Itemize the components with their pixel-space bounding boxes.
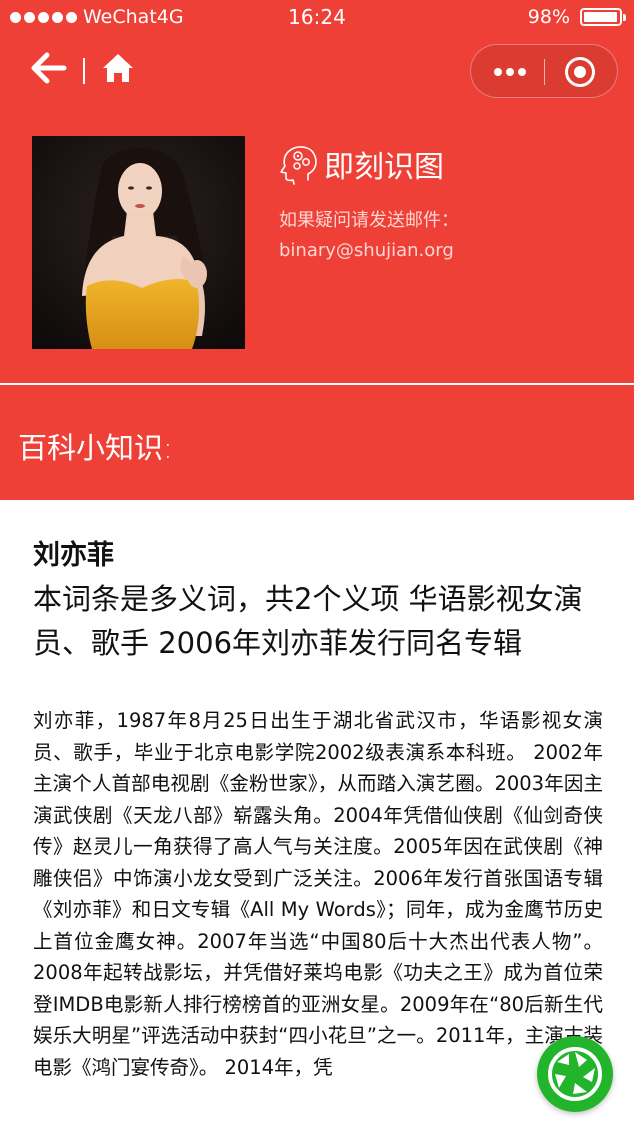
uploaded-photo[interactable] [32, 136, 245, 349]
status-bar: WeChat4G 16:24 98% [0, 0, 634, 36]
more-dots-icon[interactable] [485, 57, 535, 87]
miniprogram-capsule [470, 44, 618, 98]
article: 刘亦菲 本词条是多义词，共2个义项 华语影视女演员、歌手 2006年刘亦菲发行同… [33, 537, 603, 1083]
battery-percent: 98% [527, 6, 570, 28]
article-title: 刘亦菲 [33, 540, 114, 571]
brand: 即刻识图 [278, 142, 444, 186]
back-arrow-icon[interactable] [30, 50, 68, 86]
navigation-bar [0, 36, 634, 106]
article-description: 刘亦菲，1987年8月25日出生于湖北省武汉市，华语影视女演员、歌手，毕业于北京… [33, 709, 603, 1079]
battery-icon [580, 8, 626, 26]
wiki-section-label: 百科小知识: [18, 431, 173, 465]
capsule-separator [544, 59, 545, 85]
home-icon[interactable] [102, 50, 134, 86]
target-close-icon[interactable] [565, 57, 595, 87]
article-subtitle: 本词条是多义词，共2个义项 华语影视女演员、歌手 2006年刘亦菲发行同名专辑 [33, 582, 583, 660]
app-header: 即刻识图 如果疑问请发送邮件： binary@shujian.org [0, 106, 634, 384]
contact-email[interactable]: binary@shujian.org [279, 236, 459, 266]
wiki-section-bar: 百科小知识: [0, 385, 634, 500]
battery-group: 98% [527, 6, 626, 28]
camera-shutter-button[interactable] [537, 1036, 613, 1112]
brain-gears-icon [278, 142, 322, 186]
camera-shutter-icon [548, 1047, 602, 1101]
brand-title: 即刻识图 [324, 150, 444, 185]
contact-prompt: 如果疑问请发送邮件： [279, 210, 459, 231]
contact-info: 如果疑问请发送邮件： binary@shujian.org [279, 206, 459, 266]
nav-separator [83, 58, 85, 84]
